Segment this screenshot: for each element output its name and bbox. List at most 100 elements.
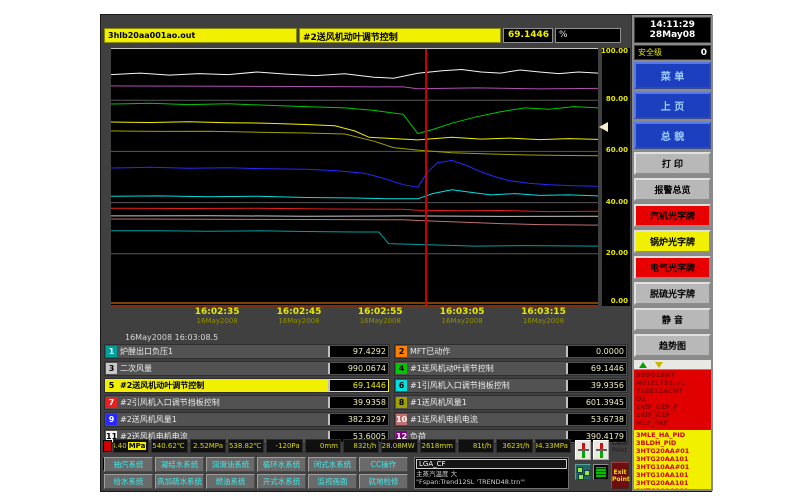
message-console: LGA_CF 主蒸汽温度 大 "Fspan:Trend12SL 'TREND48… [414, 457, 569, 489]
sidebar-button[interactable]: 脱硫光字牌 [634, 282, 711, 305]
clock-display: 14:11:29 28May08 [634, 17, 711, 43]
tick-time: 16:02:45 [277, 307, 322, 317]
alarm-list-red[interactable]: B99O1BHTN01E175S.#1T18E12ACHTO21KlF_GZP_… [634, 370, 711, 430]
legend-row[interactable]: 9#2送风机风量1382.3297 [104, 412, 390, 427]
alarm-tag[interactable]: 3HTG10AA101 [636, 471, 709, 479]
status-number: -94.33MPa [535, 442, 568, 450]
system-page-button[interactable]: 高加疏水系统 [155, 474, 204, 489]
y-axis-tick: 60.00 [606, 147, 628, 154]
trend-series [111, 219, 598, 225]
grid-view-button[interactable] [593, 464, 609, 480]
console-line-1: 主蒸汽温度 大 [416, 470, 567, 478]
alarm-list-yellow[interactable]: 3MLE_HA_PID3BLDH_PID3HTG20AA#013HTG20AA1… [634, 430, 711, 489]
status-number: 3623t/h [502, 442, 529, 450]
legend-row[interactable]: 3二次风量990.0674 [104, 361, 390, 376]
legend-row[interactable]: 6#1引风机入口调节挡板控制39.9356 [394, 378, 628, 393]
sidebar-button[interactable]: 趋势图 [634, 334, 711, 357]
alarm-tag[interactable]: MLF_PAF [636, 419, 709, 427]
system-page-button[interactable]: 燃油系统 [206, 474, 255, 489]
alarm-tag[interactable]: 3MLE_HA_PID [636, 431, 709, 439]
legend-point-value: 97.4292 [328, 346, 388, 357]
system-page-button[interactable]: 给水系统 [104, 474, 153, 489]
sidebar-nav-button[interactable]: 总 貌 [634, 122, 711, 149]
status-number: 81t/h [473, 442, 491, 450]
x-axis-tick: 16:02:5516May2008 [358, 307, 403, 325]
system-page-button[interactable]: 循环水系统 [257, 457, 306, 472]
alarm-tag[interactable]: T18E12ACHT [636, 387, 709, 395]
trend-series [111, 103, 598, 133]
security-level-display: 安全级 0 [634, 45, 711, 60]
legend-row[interactable]: 10#1送风机电机电流53.6738 [394, 412, 628, 427]
trend-series [111, 231, 598, 246]
system-page-button[interactable]: 就地检修 [359, 474, 408, 489]
legend-point-label: 二次风量 [118, 363, 328, 374]
legend-point-label: #1送风机动叶调节控制 [408, 363, 566, 374]
legend-point-value: 382.3297 [328, 414, 388, 425]
alarm-tag[interactable]: N01E175S.#1 [636, 379, 709, 387]
system-page-button[interactable]: 凝结水系统 [155, 457, 204, 472]
scroll-up-icon[interactable] [639, 362, 647, 368]
alarm-tag[interactable]: 3HTG10AA101 [636, 487, 709, 489]
status-value: 538.82℃ [228, 439, 264, 453]
network-button[interactable] [575, 464, 591, 480]
sidebar-button[interactable]: 电气光字牌 [634, 256, 711, 279]
system-page-button[interactable]: 监视画面 [308, 474, 357, 489]
alarm-tag[interactable]: O2 [636, 395, 709, 403]
system-page-button[interactable]: 润滑油系统 [206, 457, 255, 472]
alarm-tag[interactable]: 3HTG20AA101 [636, 455, 709, 463]
right-sidebar: 14:11:29 28May08 安全级 0 菜 单上 页总 貌 打 印报警总览… [631, 15, 713, 491]
toolbar-icon-cluster: Clear Point Exit Point [573, 438, 631, 493]
y-axis-tick: 100.00 [601, 48, 628, 55]
value-pointer-icon[interactable] [599, 122, 608, 132]
sidebar-nav-buttons: 菜 单上 页总 貌 [634, 62, 711, 152]
alarm-tag[interactable]: 3HTG20AA101 [636, 479, 709, 487]
indicator-button-2[interactable] [593, 440, 609, 460]
legend-color-swatch: 5 [106, 380, 117, 391]
legend-row[interactable]: 5#2送风机动叶调节控制69.1446 [104, 378, 390, 393]
legend-row[interactable]: 1炉膛出口负压197.4292 [104, 344, 390, 359]
point-tag-field[interactable]: 3hlb20aa001ao.out [104, 28, 297, 43]
tick-time: 16:03:05 [440, 307, 485, 317]
trend-plot-area[interactable] [111, 48, 598, 307]
status-value: 2618mm [420, 439, 456, 453]
sidebar-button[interactable]: 静 音 [634, 308, 711, 331]
clock-date: 28May08 [635, 30, 710, 40]
indicator-button-1[interactable] [575, 440, 591, 460]
legend-point-value: 39.9356 [566, 380, 626, 391]
status-value: 14.40MPa [113, 439, 149, 453]
alarm-indicator-red [103, 440, 112, 452]
y-axis-tick: 80.00 [606, 96, 628, 103]
x-axis-tick: 16:03:0516May2008 [440, 307, 485, 325]
legend-row[interactable]: 8#1送风机风量1601.3945 [394, 395, 628, 410]
alarm-tag[interactable]: 3BLDH_PID [636, 439, 709, 447]
alarm-tag[interactable]: 3HTG20AA#01 [636, 447, 709, 455]
legend-row[interactable]: 2MFT已动作0.0000 [394, 344, 628, 359]
status-number: 832t/h [353, 442, 376, 450]
sidebar-nav-button[interactable]: 上 页 [634, 92, 711, 119]
sidebar-button[interactable]: 汽机光字牌 [634, 204, 711, 227]
tick-date: 16May2008 [358, 317, 403, 325]
legend-row[interactable]: 7#2引风机入口调节挡板控制39.9358 [104, 395, 390, 410]
sidebar-button[interactable]: 锅炉光字牌 [634, 230, 711, 253]
alarm-tag[interactable]: 1KlF_GZP [636, 411, 709, 419]
system-page-button[interactable]: 闭式水系统 [308, 457, 357, 472]
status-value: 0mm [305, 439, 341, 453]
sidebar-nav-button[interactable]: 菜 单 [634, 62, 711, 89]
system-page-button[interactable]: 开式水系统 [257, 474, 306, 489]
status-unit-highlight: MPa [128, 442, 147, 450]
alarm-tag[interactable]: 1KlF_GZP_F [636, 403, 709, 411]
console-selected-item[interactable]: LGA_CF [416, 459, 567, 469]
sidebar-button[interactable]: 打 印 [634, 152, 711, 175]
scroll-down-icon[interactable] [655, 362, 663, 368]
selected-point-title[interactable]: #2送风机动叶调节控制 [299, 28, 501, 43]
system-page-button[interactable]: 抽汽系统 [104, 457, 153, 472]
exit-button[interactable]: Exit Point [611, 462, 629, 489]
legend-point-label: #1引风机入口调节挡板控制 [408, 380, 566, 391]
alarm-tag[interactable]: B99O1BHT [636, 371, 709, 379]
system-page-button[interactable]: CC操作 [359, 457, 408, 472]
legend-color-swatch: 9 [106, 414, 117, 425]
alarm-tag[interactable]: 3HTG10AA#01 [636, 463, 709, 471]
legend-row[interactable]: 4#1送风机动叶调节控制69.1446 [394, 361, 628, 376]
tick-date: 16May2008 [440, 317, 485, 325]
sidebar-button[interactable]: 报警总览 [634, 178, 711, 201]
